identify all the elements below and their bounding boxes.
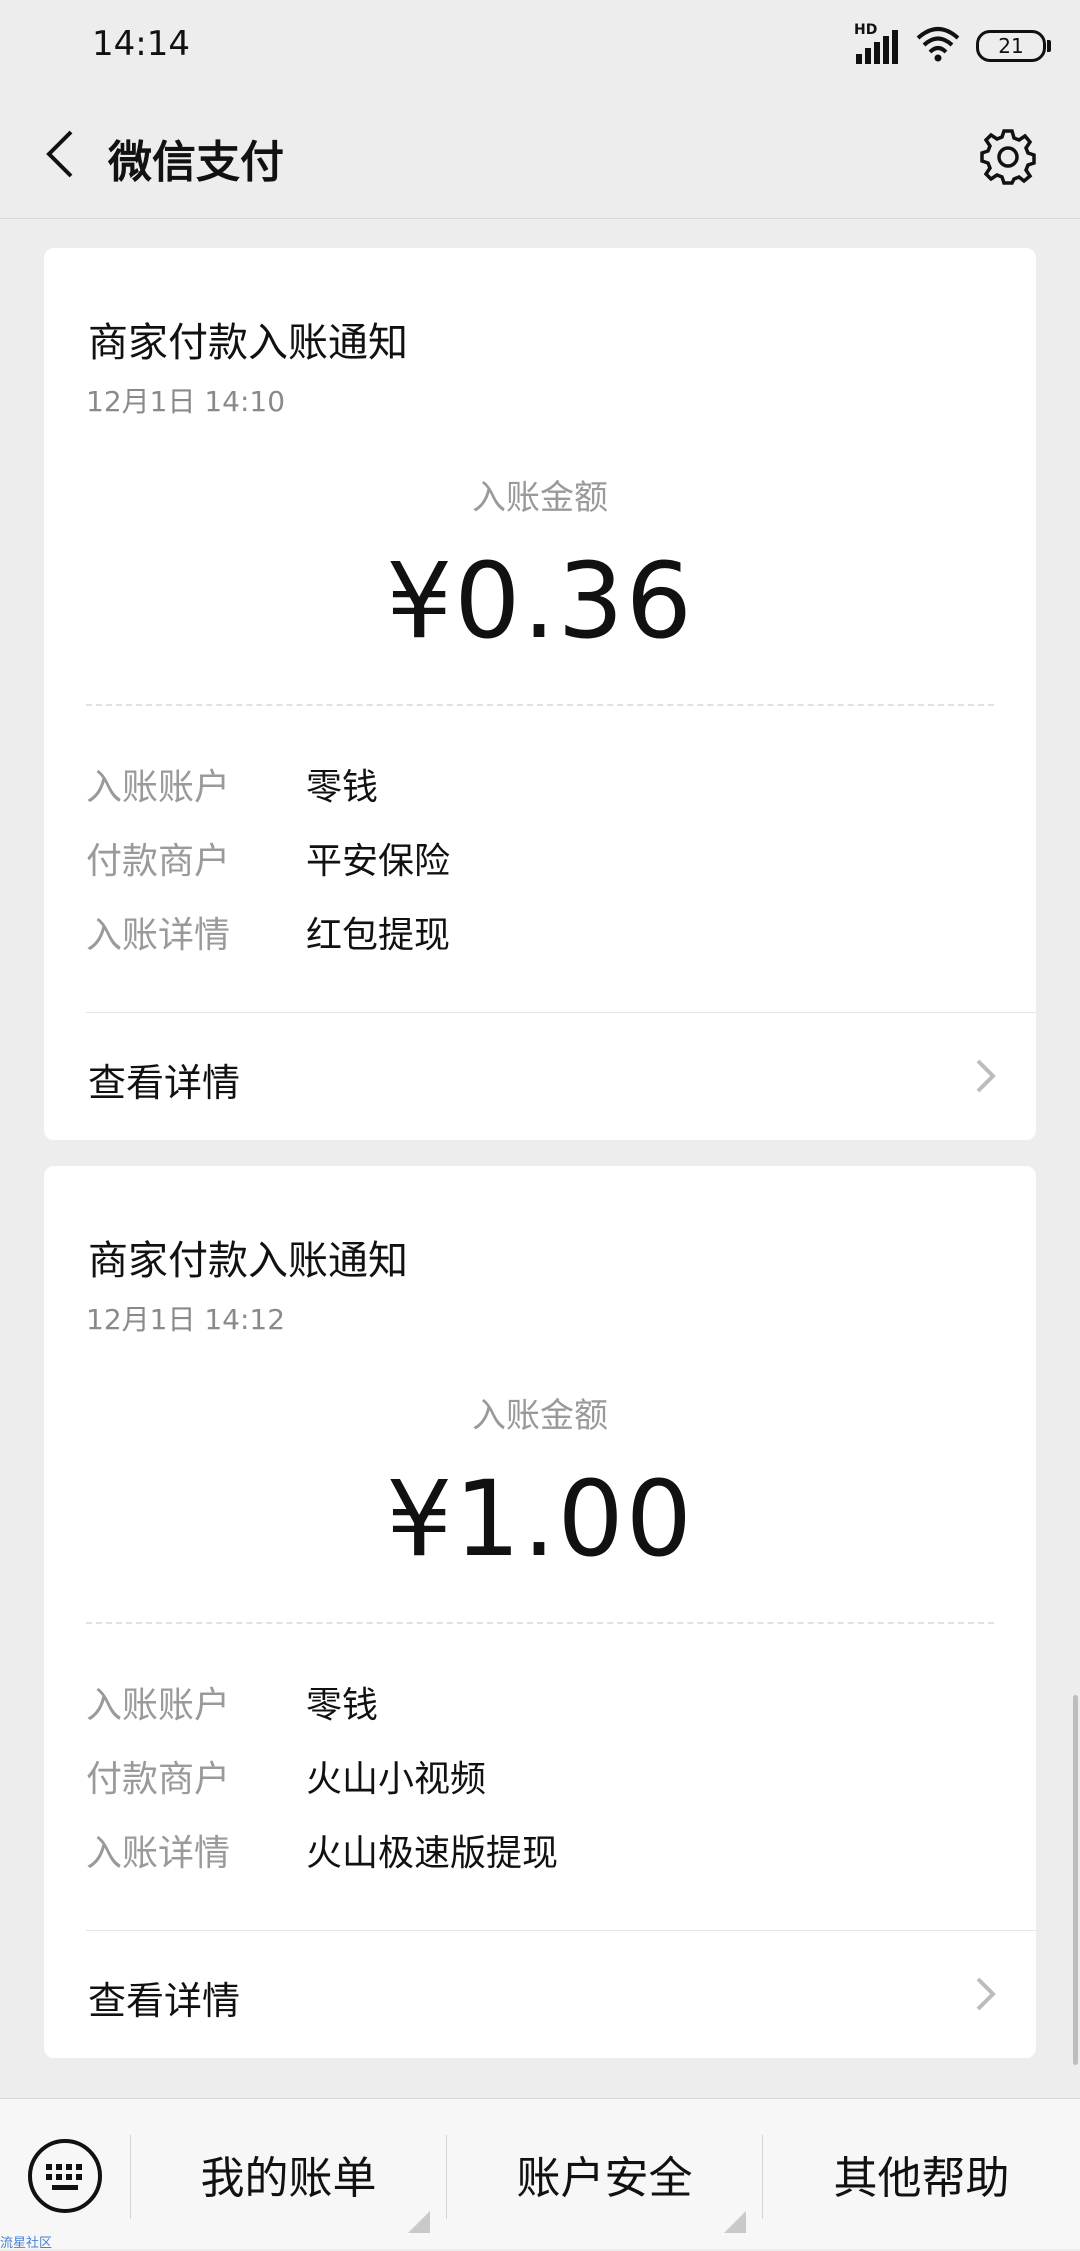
card-title: 商家付款入账通知: [88, 1238, 408, 1284]
back-arrow-icon: [46, 130, 73, 178]
info-row: 付款商户 火山小视频: [86, 1750, 486, 1800]
page-title: 微信支付: [108, 137, 284, 188]
card-divider: [86, 1930, 1036, 1931]
submenu-indicator-icon: [408, 2211, 430, 2233]
info-row: 入账账户 零钱: [86, 758, 378, 808]
back-button[interactable]: [30, 124, 90, 184]
network-label: HD: [854, 22, 878, 38]
battery-icon: 21: [976, 30, 1051, 62]
info-value: 平安保险: [306, 841, 451, 882]
info-row: 入账账户 零钱: [86, 1676, 378, 1726]
info-key: 入账账户: [86, 1685, 231, 1726]
view-details-link[interactable]: 查看详情: [44, 1014, 1036, 1140]
info-row: 入账详情 火山极速版提现: [86, 1824, 558, 1874]
status-bar: 14:14 HD 21: [0, 0, 1080, 96]
menu-label: 我的账单: [200, 2153, 377, 2204]
settings-button[interactable]: [976, 124, 1040, 188]
dashed-divider: [86, 704, 994, 706]
info-key: 入账详情: [86, 1833, 231, 1874]
status-indicators: HD 21: [854, 22, 1051, 66]
keyboard-toggle-button[interactable]: [26, 2137, 104, 2215]
menu-label: 其他帮助: [833, 2153, 1010, 2204]
dashed-divider: [86, 1622, 994, 1624]
gear-icon: [980, 129, 1036, 185]
amount-label: 入账金额: [472, 478, 608, 518]
info-key: 付款商户: [86, 1759, 231, 1800]
chevron-right-icon: [976, 1059, 996, 1093]
card-date: 12月1日 14:12: [86, 1303, 286, 1336]
card-title: 商家付款入账通知: [88, 320, 408, 366]
info-value: 零钱: [306, 1685, 379, 1726]
amount-label: 入账金额: [472, 1396, 608, 1436]
notification-card: 商家付款入账通知 12月1日 14:12 入账金额 ¥1.00 入账账户 零钱 …: [44, 1166, 1036, 2058]
card-divider: [86, 1012, 1036, 1013]
card-date: 12月1日 14:10: [86, 385, 286, 418]
status-time: 14:14: [92, 24, 190, 64]
keyboard-icon: [28, 2139, 102, 2213]
view-details-label: 查看详情: [88, 1979, 241, 2023]
signal-icon: HD: [854, 22, 900, 66]
info-key: 付款商户: [86, 841, 231, 882]
menu-my-bills[interactable]: 我的账单: [131, 2099, 446, 2249]
info-key: 入账账户: [86, 767, 231, 808]
info-value: 火山小视频: [306, 1759, 487, 1800]
menu-account-security[interactable]: 账户安全: [447, 2099, 762, 2249]
watermark: 流星社区: [0, 2236, 53, 2251]
info-value: 火山极速版提现: [306, 1833, 559, 1874]
amount-value: ¥1.00: [386, 1458, 694, 1580]
view-details-link[interactable]: 查看详情: [44, 1932, 1036, 2058]
header: 微信支付: [0, 96, 1080, 219]
scrollbar[interactable]: [1073, 1695, 1078, 2065]
info-row: 付款商户 平安保险: [86, 832, 450, 882]
info-row: 入账详情 红包提现: [86, 906, 450, 956]
notification-card: 商家付款入账通知 12月1日 14:10 入账金额 ¥0.36 入账账户 零钱 …: [44, 248, 1036, 1140]
submenu-indicator-icon: [724, 2211, 746, 2233]
amount-value: ¥0.36: [386, 540, 694, 662]
menu-label: 账户安全: [516, 2153, 693, 2204]
info-value: 红包提现: [306, 915, 451, 956]
battery-level: 21: [998, 34, 1024, 58]
view-details-label: 查看详情: [88, 1061, 241, 1105]
chevron-right-icon: [976, 1977, 996, 2011]
bottom-menu-bar: 我的账单 账户安全 其他帮助: [0, 2098, 1080, 2249]
menu-other-help[interactable]: 其他帮助: [763, 2099, 1080, 2249]
wifi-icon: [916, 26, 960, 66]
info-value: 零钱: [306, 767, 379, 808]
info-key: 入账详情: [86, 915, 231, 956]
